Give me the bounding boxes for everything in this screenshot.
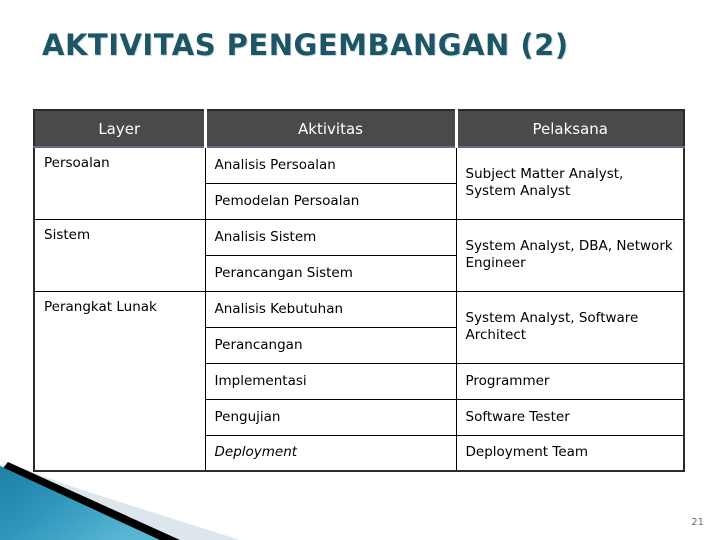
layer-cell: Persoalan — [33, 146, 206, 220]
activity-table: Layer Aktivitas Pelaksana Persoalan Anal… — [33, 109, 685, 472]
performer-cell: System Analyst, Software Architect — [455, 290, 685, 364]
activity-cell: Pengujian — [204, 398, 457, 436]
decoration-blue-triangle — [0, 466, 160, 540]
table-body: Persoalan Analisis Persoalan Subject Mat… — [33, 146, 685, 472]
table-row: Persoalan Analisis Persoalan Subject Mat… — [33, 146, 685, 220]
activity-cell: Deployment — [204, 434, 457, 472]
page-title: AKTIVITAS PENGEMBANGAN (2) — [42, 28, 569, 62]
decoration-pale-triangle-2 — [12, 466, 220, 540]
activity-cell: Pemodelan Persoalan — [204, 182, 457, 220]
table-row: Perangkat Lunak Analisis Kebutuhan Syste… — [33, 290, 685, 472]
decoration-black-wedge — [0, 462, 180, 540]
layer-cell: Perangkat Lunak — [33, 290, 206, 472]
performer-cell: Programmer — [455, 362, 685, 400]
column-header-layer: Layer — [34, 110, 207, 148]
activity-cell: Analisis Persoalan — [204, 146, 457, 184]
performer-cell: System Analyst, DBA, Network Engineer — [455, 218, 685, 292]
performer-cell: Subject Matter Analyst, System Analyst — [455, 146, 685, 220]
performer-cell: Deployment Team — [455, 434, 685, 472]
layer-cell: Sistem — [33, 218, 206, 292]
page-number: 21 — [691, 517, 704, 528]
column-header-aktivitas: Aktivitas — [205, 110, 458, 148]
column-header-pelaksana: Pelaksana — [456, 110, 684, 148]
decoration-pale-wedge — [0, 460, 215, 540]
decoration-pale-triangle — [0, 464, 240, 540]
activity-cell: Analisis Sistem — [204, 218, 457, 256]
table-row: Sistem Analisis Sistem System Analyst, D… — [33, 218, 685, 292]
activity-cell: Perancangan Sistem — [204, 254, 457, 292]
table-header-row: Layer Aktivitas Pelaksana — [34, 110, 684, 148]
activity-cell: Analisis Kebutuhan — [204, 290, 457, 328]
activity-cell: Perancangan — [204, 326, 457, 364]
table-header: Layer Aktivitas Pelaksana — [34, 110, 684, 148]
performer-cell: Software Tester — [455, 398, 685, 436]
activity-cell: Implementasi — [204, 362, 457, 400]
